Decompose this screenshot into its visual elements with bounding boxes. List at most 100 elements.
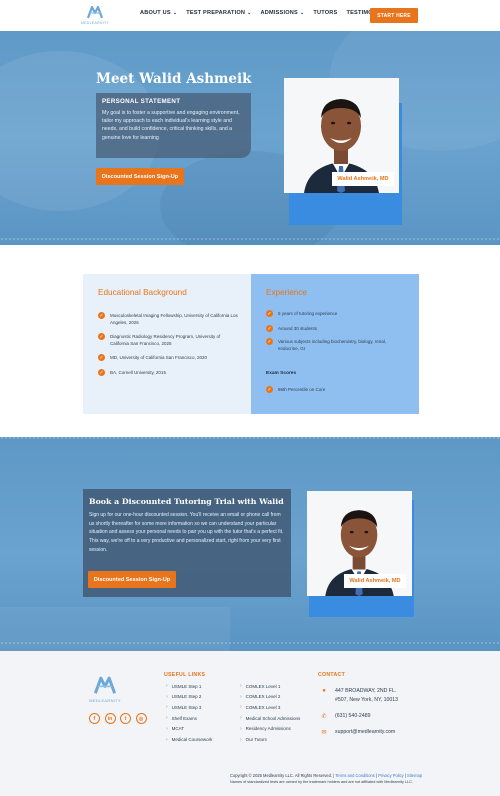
check-circle-icon: ✓ xyxy=(98,333,105,340)
footer-link[interactable]: › COMLEX Level 1 xyxy=(240,683,280,689)
list-item-text: Diagnostic Radiology Residency Program, … xyxy=(110,334,221,346)
email-row[interactable]: ✉ support@medlearnity.com xyxy=(320,728,395,737)
logo-mark-icon xyxy=(93,676,117,694)
nav-item-label: ADMISSIONS xyxy=(260,10,298,16)
footer-link-label: Medical Coursework xyxy=(171,737,213,742)
footer-link[interactable]: › USMLE Step 3 xyxy=(166,704,201,710)
email-address[interactable]: support@medlearnity.com xyxy=(335,728,395,737)
trial-title: Book a Discounted Tutoring Trial with Wa… xyxy=(89,497,284,506)
list-item: ✓ BA, Cornell University, 2015 xyxy=(98,369,238,376)
nav-item-tutors[interactable]: TUTORS xyxy=(313,10,337,16)
page: MEDLEARNITY ABOUT US ⌄ TEST PREPARATION ⌄ AD… xyxy=(0,0,500,796)
footer-link[interactable]: › Shelf Exams xyxy=(166,715,197,721)
check-circle-icon: ✓ xyxy=(266,338,273,345)
footer-link-label: Medical School Admissions xyxy=(245,715,301,721)
check-circle-icon: ✓ xyxy=(266,386,273,393)
footer-link[interactable]: › Our Tutors xyxy=(240,737,267,743)
check-circle-icon: ✓ xyxy=(98,354,105,361)
chevron-down-icon: ⌄ xyxy=(172,10,178,16)
chevron-down-icon: ⌄ xyxy=(299,10,305,16)
dotted-divider xyxy=(0,642,500,644)
list-item-text: BA, Cornell University, 2015 xyxy=(110,370,166,375)
logo[interactable]: MEDLEARNITY xyxy=(81,4,109,28)
trial-bg-shape xyxy=(0,607,230,651)
chevron-right-icon: › xyxy=(166,725,168,732)
list-item-text: MD, University of California San Francis… xyxy=(110,355,208,360)
footer-link-label: COMLEX Level 3 xyxy=(245,704,281,710)
list-item: ✓ Various subjects including biochemistry… xyxy=(266,338,406,352)
privacy-link[interactable]: Privacy Policy xyxy=(378,773,403,778)
copyright-text: Copyright © 2025 Medlearnity LLC. All Ri… xyxy=(230,773,332,778)
footer-link[interactable]: › USMLE Step 2 xyxy=(166,694,201,700)
list-item: ✓ Around 30 students xyxy=(266,325,406,332)
chevron-right-icon: › xyxy=(240,704,242,711)
chevron-right-icon: › xyxy=(240,683,242,689)
nav-item-test-preparation[interactable]: TEST PREPARATION ⌄ xyxy=(186,10,251,16)
address-line1: 447 BROADWAY, 2ND FL. xyxy=(335,688,397,694)
education-panel: Educational Background ✓ Musculoskeletal … xyxy=(83,274,251,414)
footer-link-label: MCAT xyxy=(171,726,185,732)
list-item: ✓ 5 years of tutoring experience xyxy=(266,310,406,317)
chevron-down-icon: ⌄ xyxy=(247,10,252,16)
nav-item-label: TEST PREPARATION xyxy=(186,10,246,16)
chevron-right-icon: › xyxy=(240,693,242,700)
trial-text: Sign up for our one-hour discounted sess… xyxy=(89,512,284,553)
footer-link[interactable]: › USMLE Step 1 xyxy=(166,683,201,689)
personal-statement-box: PERSONAL STATEMENT My goal is to foster … xyxy=(96,93,251,158)
mail-icon: ✉ xyxy=(321,729,327,736)
footer-link[interactable]: › Medical School Admissions xyxy=(240,715,300,721)
dotted-divider xyxy=(0,238,500,240)
footer-link[interactable]: › Medical Coursework xyxy=(166,737,212,743)
phone-row[interactable]: ✆ (631) 540-2489 xyxy=(320,712,370,721)
footer-link-label: COMLEX Level 2 xyxy=(245,694,281,700)
footer-logo[interactable]: MEDLEARNITY xyxy=(89,674,121,704)
list-item-text: 95th Percentile on Core xyxy=(278,387,326,392)
list-item: ✓ MD, University of California San Franci… xyxy=(98,354,238,361)
footer-link-label: Our Tutors xyxy=(245,737,267,742)
list-item-text: Around 30 students xyxy=(278,326,318,331)
footer-link[interactable]: › MCAT xyxy=(166,726,184,732)
nav-item-admissions[interactable]: ADMISSIONS ⌄ xyxy=(261,10,305,16)
check-circle-icon: ✓ xyxy=(98,312,105,319)
check-circle-icon: ✓ xyxy=(266,325,273,332)
footer-link-label: USMLE Step 3 xyxy=(171,704,202,710)
phone-number[interactable]: (631) 540-2489 xyxy=(335,712,370,721)
chevron-right-icon: › xyxy=(166,683,168,689)
chevron-right-icon: › xyxy=(240,736,242,743)
tutor-name-tag: Walid Ashmeik, MD xyxy=(332,172,394,186)
nav-item-about-us[interactable]: ABOUT US ⌄ xyxy=(140,10,177,16)
footer-link-label: Residency Admissions xyxy=(245,726,291,732)
discounted-session-button[interactable]: Discounted Session Sign-Up xyxy=(96,168,184,185)
phone-icon: ✆ xyxy=(321,713,327,720)
trial-signup-button[interactable]: Discounted Session Sign-Up xyxy=(88,571,176,588)
start-here-button[interactable]: START HERE xyxy=(370,8,418,23)
footer-link[interactable]: › COMLEX Level 2 xyxy=(240,694,280,700)
list-item-text: Musculoskeletal Imaging Fellowship, Univ… xyxy=(110,313,238,325)
chevron-right-icon: › xyxy=(166,704,168,711)
sitemap-link[interactable]: Sitemap xyxy=(407,773,422,778)
dotted-divider xyxy=(0,437,500,439)
info-panels: Educational Background ✓ Musculoskeletal … xyxy=(83,274,419,414)
terms-link[interactable]: Terms and Conditions xyxy=(335,773,375,778)
hero-title: Meet Walid Ashmeik xyxy=(96,71,252,87)
linkedin-icon[interactable]: in xyxy=(104,713,116,724)
footer-link-label: USMLE Step 2 xyxy=(171,694,202,700)
list-item: ✓ Musculoskeletal Imaging Fellowship, Uni… xyxy=(98,312,238,326)
twitter-icon[interactable]: t xyxy=(120,713,131,724)
statement-heading: PERSONAL STATEMENT xyxy=(102,98,181,105)
list-item-text: Various subjects including biochemistry,… xyxy=(278,339,387,351)
instagram-icon[interactable]: ◎ xyxy=(135,713,147,724)
facebook-icon[interactable]: f xyxy=(89,713,100,724)
experience-title: Experience xyxy=(266,288,307,297)
site-header: MEDLEARNITY ABOUT US ⌄ TEST PREPARATION ⌄ AD… xyxy=(0,0,500,31)
nav-item-label: TUTORS xyxy=(313,10,338,16)
education-title: Educational Background xyxy=(98,288,187,297)
check-circle-icon: ✓ xyxy=(98,369,105,376)
footer-link[interactable]: › Residency Admissions xyxy=(240,726,291,732)
list-item-text: 5 years of tutoring experience xyxy=(278,311,338,316)
chevron-right-icon: › xyxy=(240,725,242,732)
trial-section: Book a Discounted Tutoring Trial with Wa… xyxy=(0,437,500,651)
trademark-disclaimer: Names of standardized tests are owned by… xyxy=(230,780,413,784)
footer-link[interactable]: › COMLEX Level 3 xyxy=(240,704,280,710)
footer-logo-text: MEDLEARNITY xyxy=(89,698,121,703)
